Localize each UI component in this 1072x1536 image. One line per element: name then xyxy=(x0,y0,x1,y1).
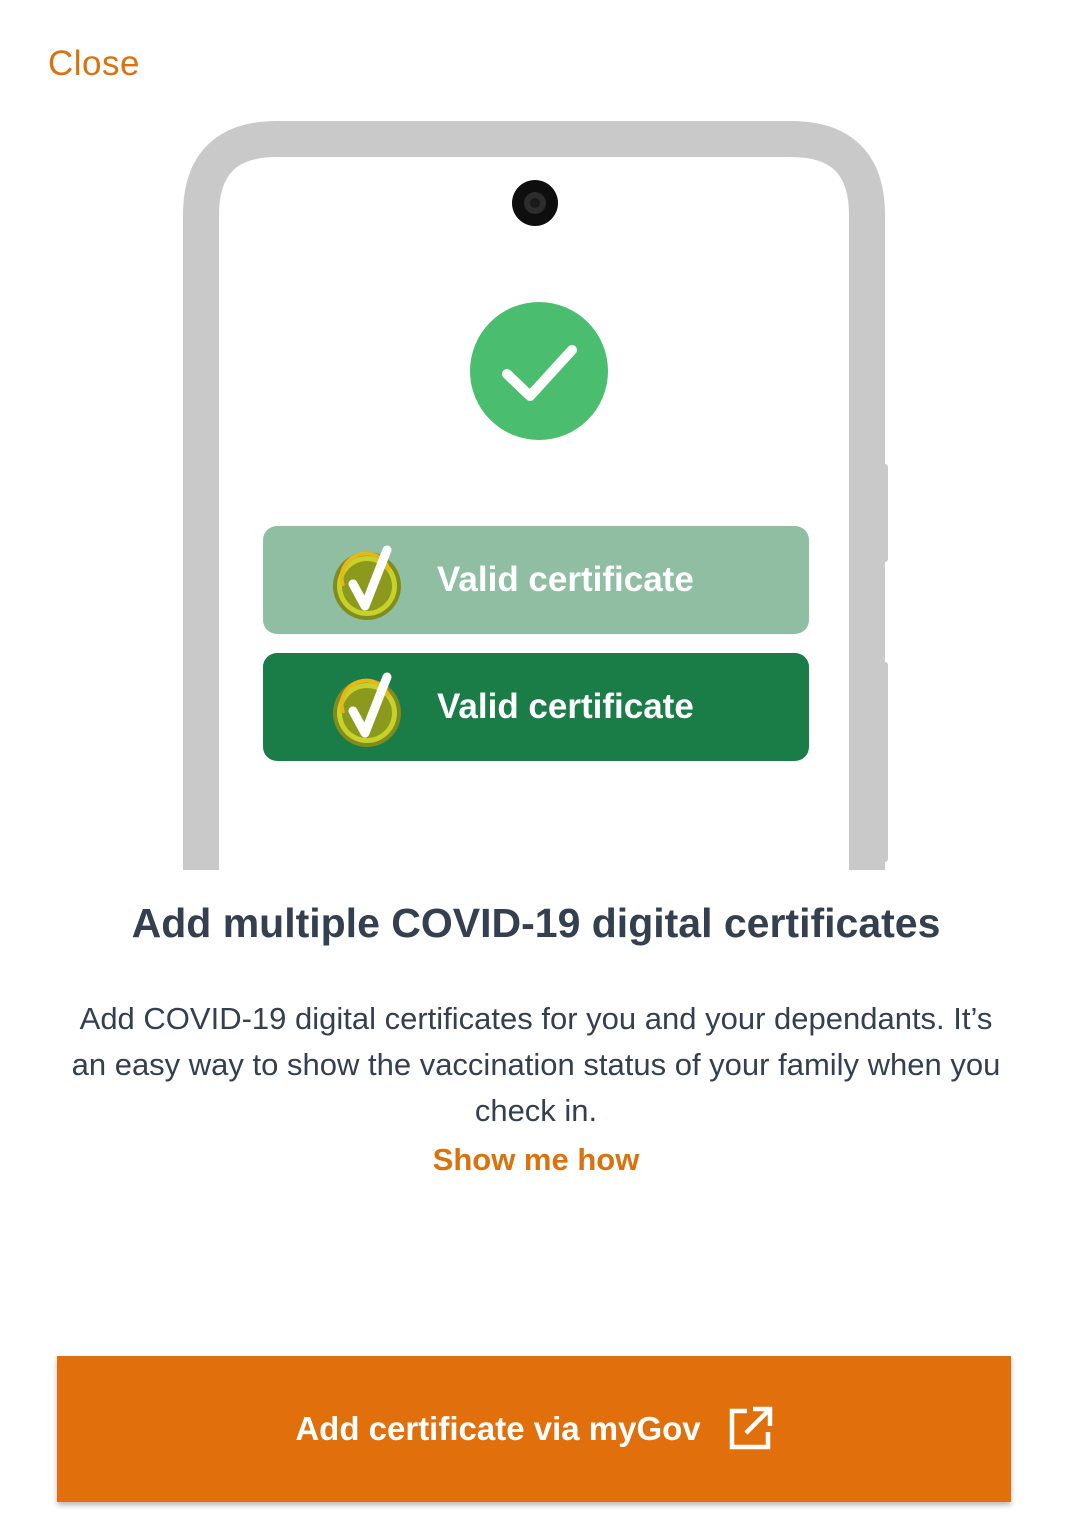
show-me-how-link[interactable]: Show me how xyxy=(0,1142,1072,1178)
verified-badge-icon xyxy=(333,672,401,747)
external-link-icon xyxy=(729,1406,772,1450)
verified-badge-icon xyxy=(333,545,401,620)
page-title: Add multiple COVID-19 digital certificat… xyxy=(131,900,941,946)
close-button[interactable]: Close xyxy=(48,44,140,84)
check-circle-icon xyxy=(470,302,608,440)
description-text: Add COVID-19 digital certificates for yo… xyxy=(71,1001,1001,1128)
certificate-label: Valid certificate xyxy=(437,687,694,726)
button-label: Add certificate via myGov xyxy=(295,1410,701,1447)
add-certificate-button[interactable]: Add certificate via myGov xyxy=(57,1356,1011,1502)
valid-certificate-banner: Valid certificate xyxy=(263,526,809,634)
valid-certificate-banner: Valid certificate xyxy=(263,653,809,761)
button-content: Add certificate via myGov xyxy=(57,1356,1011,1502)
camera-icon xyxy=(512,180,558,226)
certificate-label: Valid certificate xyxy=(437,560,694,599)
